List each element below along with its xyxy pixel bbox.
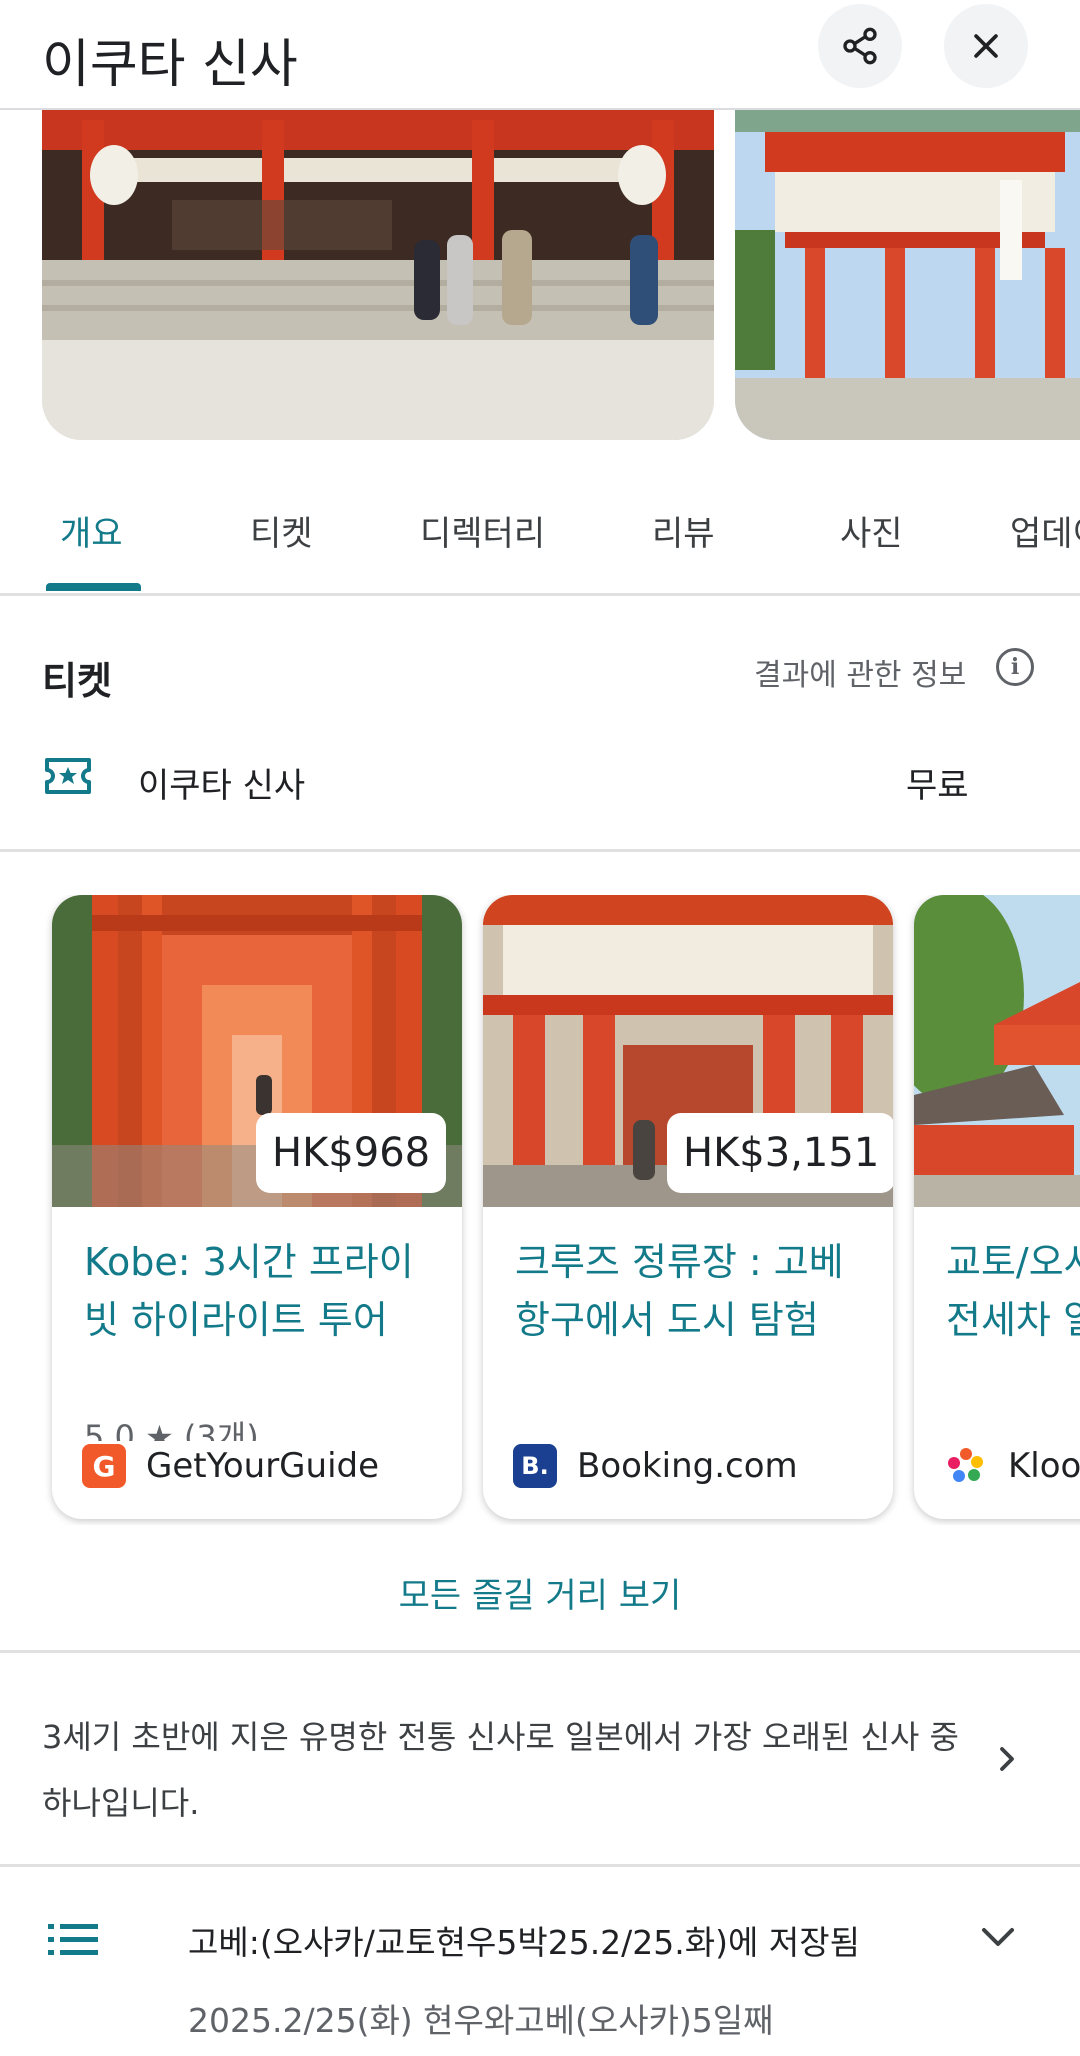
price-badge: HK$968 <box>256 1113 447 1193</box>
saved-list-title: 고베:(오사카/교토현우5박25.2/25.화)에 저장됨 <box>188 1923 860 1962</box>
activity-title[interactable]: 크루즈 정류장 : 고베 항구에서 도시 탐험 <box>515 1233 875 1349</box>
saved-list-row[interactable]: 고베:(오사카/교토현우5박25.2/25.화)에 저장됨 2025.2/25(… <box>0 1870 1080 2056</box>
ticket-price: 무료 <box>906 766 969 806</box>
tab-directory[interactable]: 디렉터리 <box>420 506 545 555</box>
tab-reviews[interactable]: 리뷰 <box>652 506 715 555</box>
shrine-hall-photo[interactable] <box>42 110 714 440</box>
share-button[interactable] <box>818 4 902 88</box>
getyourguide-logo-icon: G <box>82 1444 126 1488</box>
activity-carousel[interactable]: HK$968 Kobe: 3시간 프라이빗 하이라이트 투어 5.0 ★ (3개… <box>0 895 1080 1525</box>
provider-row: G GetYourGuide <box>82 1441 379 1491</box>
pagoda-photo <box>914 895 1080 1207</box>
section-divider <box>0 1650 1080 1653</box>
tab-photos[interactable]: 사진 <box>840 506 903 555</box>
app-header: 이쿠타 신사 <box>0 0 1080 110</box>
section-divider <box>0 849 1080 852</box>
chevron-right-icon[interactable] <box>992 1744 1022 1774</box>
tab-bar: 개요 티켓 디렉터리 리뷰 사진 업데이 <box>0 470 1080 596</box>
saved-list-subtitle: 2025.2/25(화) 현우와고베(오사카)5일째 <box>188 2001 774 2040</box>
chevron-down-icon[interactable] <box>978 1922 1018 1952</box>
price-badge: HK$3,151 <box>667 1113 893 1193</box>
booking-logo-icon: B. <box>513 1444 557 1488</box>
see-all-things-to-do-link[interactable]: 모든 즐길 거리 보기 <box>0 1568 1080 1617</box>
close-button[interactable] <box>944 4 1028 88</box>
shrine-gate-photo[interactable] <box>735 110 1080 440</box>
tab-tickets[interactable]: 티켓 <box>250 506 313 555</box>
active-tab-indicator <box>46 583 141 591</box>
activity-card[interactable]: HK$3,151 크루즈 정류장 : 고베 항구에서 도시 탐험 B. Book… <box>483 895 893 1519</box>
photo-carousel[interactable] <box>0 110 1080 440</box>
about-results-link[interactable]: 결과에 관한 정보 <box>754 650 966 694</box>
place-description[interactable]: 3세기 초반에 지은 유명한 전통 신사로 일본에서 가장 오래된 신사 중 하… <box>42 1704 982 1836</box>
close-icon <box>974 34 998 58</box>
tab-overview[interactable]: 개요 <box>60 506 123 555</box>
tickets-section-title: 티켓 <box>42 659 112 703</box>
torii-tunnel-photo: HK$968 <box>52 895 462 1207</box>
activity-title[interactable]: Kobe: 3시간 프라이빗 하이라이트 투어 <box>84 1233 444 1349</box>
activity-card[interactable]: 교토/오사카 출발 고베 전세차 일 Klook <box>914 895 1080 1519</box>
provider-row: B. Booking.com <box>513 1441 798 1491</box>
activity-card[interactable]: HK$968 Kobe: 3시간 프라이빗 하이라이트 투어 5.0 ★ (3개… <box>52 895 462 1519</box>
info-icon[interactable]: i <box>996 648 1034 686</box>
ticket-name: 이쿠타 신사 <box>138 766 306 806</box>
activity-rating: 5.0 ★ (3개) <box>84 1418 259 1441</box>
provider-name: GetYourGuide <box>146 1446 380 1486</box>
shrine-gate-card-photo: HK$3,151 <box>483 895 893 1207</box>
ticket-icon <box>45 758 91 794</box>
klook-logo-icon <box>948 1448 983 1482</box>
page-title: 이쿠타 신사 <box>42 35 298 95</box>
provider-name: Booking.com <box>577 1446 798 1486</box>
list-icon <box>48 1924 98 1955</box>
rating-clip: 5.0 ★ (3개) <box>84 1415 444 1441</box>
ticket-item[interactable]: 이쿠타 신사 무료 <box>0 730 1080 830</box>
activity-title[interactable]: 교토/오사카 출발 고베 전세차 일 <box>946 1233 1080 1349</box>
section-divider <box>0 1864 1080 1867</box>
provider-row: Klook <box>944 1441 1080 1491</box>
share-icon <box>843 27 877 65</box>
tab-updates[interactable]: 업데이 <box>1010 506 1080 555</box>
provider-name: Klook <box>1008 1446 1080 1486</box>
